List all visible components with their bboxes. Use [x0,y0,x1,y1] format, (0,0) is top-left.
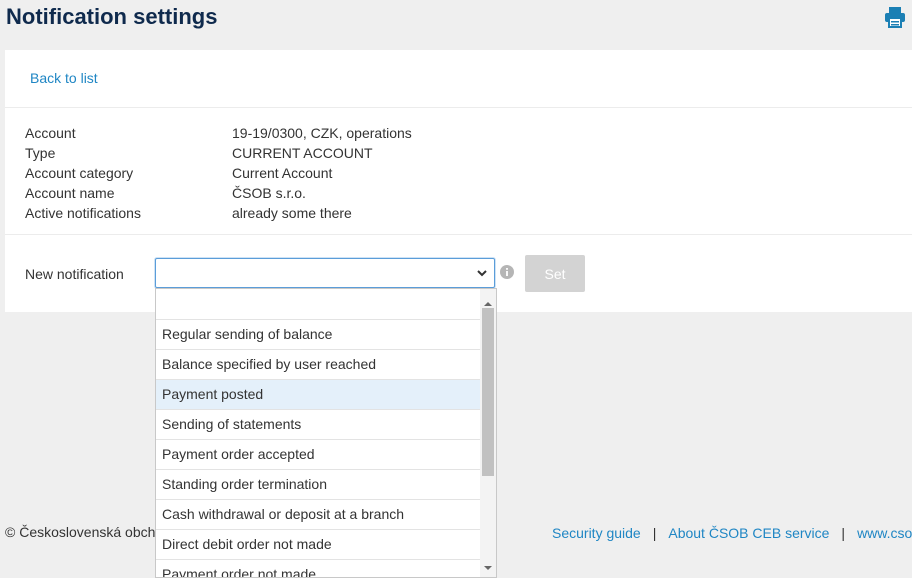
chevron-down-icon [476,266,488,278]
detail-label: Account name [25,185,115,201]
dropdown-option[interactable]: Sending of statements [156,410,481,440]
dropdown-option[interactable]: Payment order not made [156,560,481,577]
footer-copyright: © Československá obch [5,524,156,540]
detail-label: Account category [25,165,134,181]
footer-links: Security guide | About ČSOB CEB service | ww… [552,525,912,541]
dropdown-option[interactable]: Balance specified by user reached [156,350,481,380]
detail-row-active-notifications: Active notifications already some there [25,203,412,223]
dropdown-option-empty[interactable] [156,289,481,320]
dropdown-option[interactable]: Payment order accepted [156,440,481,470]
dropdown-options: Regular sending of balance Balance speci… [156,289,481,577]
notification-type-dropdown[interactable]: Regular sending of balance Balance speci… [155,288,497,578]
set-button[interactable]: Set [525,255,585,292]
scroll-down-icon[interactable] [484,558,492,574]
detail-row-category: Account category Current Account [25,163,412,183]
detail-label: Active notifications [25,205,141,221]
detail-label: Account [25,125,76,141]
separator: | [652,525,657,541]
detail-value: ČSOB s.r.o. [232,185,306,201]
detail-value: 19-19/0300, CZK, operations [232,125,412,141]
divider [5,234,912,235]
detail-value: CURRENT ACCOUNT [232,145,373,161]
print-icon[interactable] [884,6,906,28]
detail-label: Type [25,145,56,161]
dropdown-scrollbar[interactable] [480,289,496,577]
dropdown-option-highlighted[interactable]: Payment posted [156,380,481,410]
account-details: Account 19-19/0300, CZK, operations Type… [25,123,412,223]
detail-value: Current Account [232,165,333,181]
new-notification-label: New notification [25,266,124,282]
detail-value: already some there [232,205,352,221]
notification-card: Back to list Account 19-19/0300, CZK, op… [5,50,912,312]
security-guide-link[interactable]: Security guide [552,525,641,541]
notification-type-select[interactable] [155,258,495,288]
dropdown-option[interactable]: Standing order termination [156,470,481,500]
info-icon[interactable] [500,265,514,279]
about-ceb-link[interactable]: About ČSOB CEB service [668,525,829,541]
detail-row-account-name: Account name ČSOB s.r.o. [25,183,412,203]
back-to-list-link[interactable]: Back to list [30,70,98,86]
detail-row-account: Account 19-19/0300, CZK, operations [25,123,412,143]
dropdown-option[interactable]: Direct debit order not made [156,530,481,560]
website-link[interactable]: www.cso [857,525,912,541]
page-title: Notification settings [6,4,218,29]
dropdown-option[interactable]: Cash withdrawal or deposit at a branch [156,500,481,530]
separator: | [841,525,846,541]
scrollbar-thumb[interactable] [482,308,494,476]
dropdown-option[interactable]: Regular sending of balance [156,320,481,350]
detail-row-type: Type CURRENT ACCOUNT [25,143,412,163]
divider [5,107,912,108]
